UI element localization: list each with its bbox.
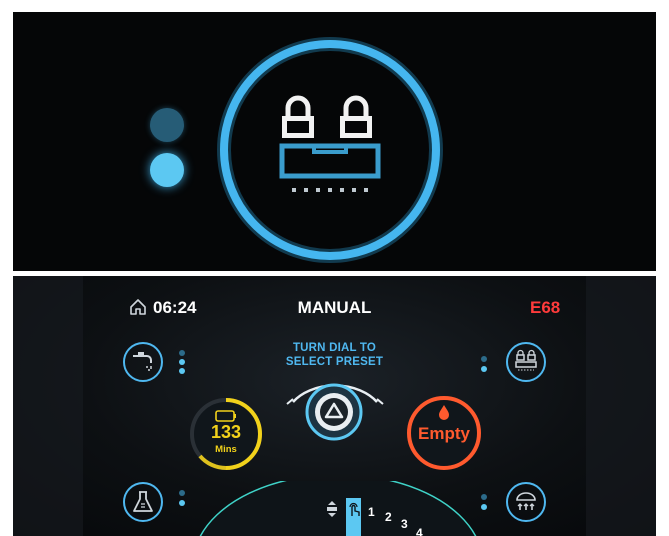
faucet-dot-3 [179, 368, 185, 374]
faucet-dot-2 [179, 359, 185, 365]
flask-button[interactable] [123, 482, 163, 522]
timer-value: 133 [210, 422, 242, 442]
faucet-dot-1 [179, 350, 185, 356]
triangle-up-icon[interactable] [304, 382, 364, 442]
dial-number-1[interactable]: 1 [368, 505, 375, 519]
shower-button[interactable] [506, 482, 546, 522]
dial-prompt-line2: SELECT PRESET [285, 356, 384, 368]
dial-number-4[interactable]: 4 [416, 526, 423, 536]
faucet-icon [133, 352, 152, 371]
indicator-dot-inactive [150, 108, 184, 142]
dial-number-2[interactable]: 2 [385, 510, 392, 524]
updown-icon [327, 501, 337, 517]
flask-dot-1 [179, 490, 185, 496]
faucet-button[interactable] [123, 342, 163, 382]
error-code: E68 [530, 298, 561, 317]
top-display-closeup [13, 12, 656, 271]
water-drop-icon [439, 405, 449, 420]
lock-spray-button[interactable] [506, 342, 546, 382]
flask-dot-2 [179, 500, 185, 506]
lock-dot-1 [481, 356, 487, 362]
dial-prompt-line1: TURN DIAL TO [292, 342, 377, 354]
lock-lock-spray-icon [279, 95, 381, 192]
dial-number-3[interactable]: 3 [401, 517, 408, 531]
indicator-dot-active [150, 153, 184, 187]
battery-icon [215, 410, 236, 422]
shower-icon [516, 492, 536, 510]
flask-icon [133, 491, 153, 512]
control-screen: 06:24 MANUAL E68 TURN DIAL TO SELECT PRE… [13, 276, 656, 536]
lock-dot-2 [481, 366, 487, 372]
timer-unit: Mins [215, 444, 237, 455]
lock-lock-spray-icon [515, 349, 537, 371]
tank-status: Empty [418, 424, 470, 443]
touch-icon [349, 502, 360, 516]
